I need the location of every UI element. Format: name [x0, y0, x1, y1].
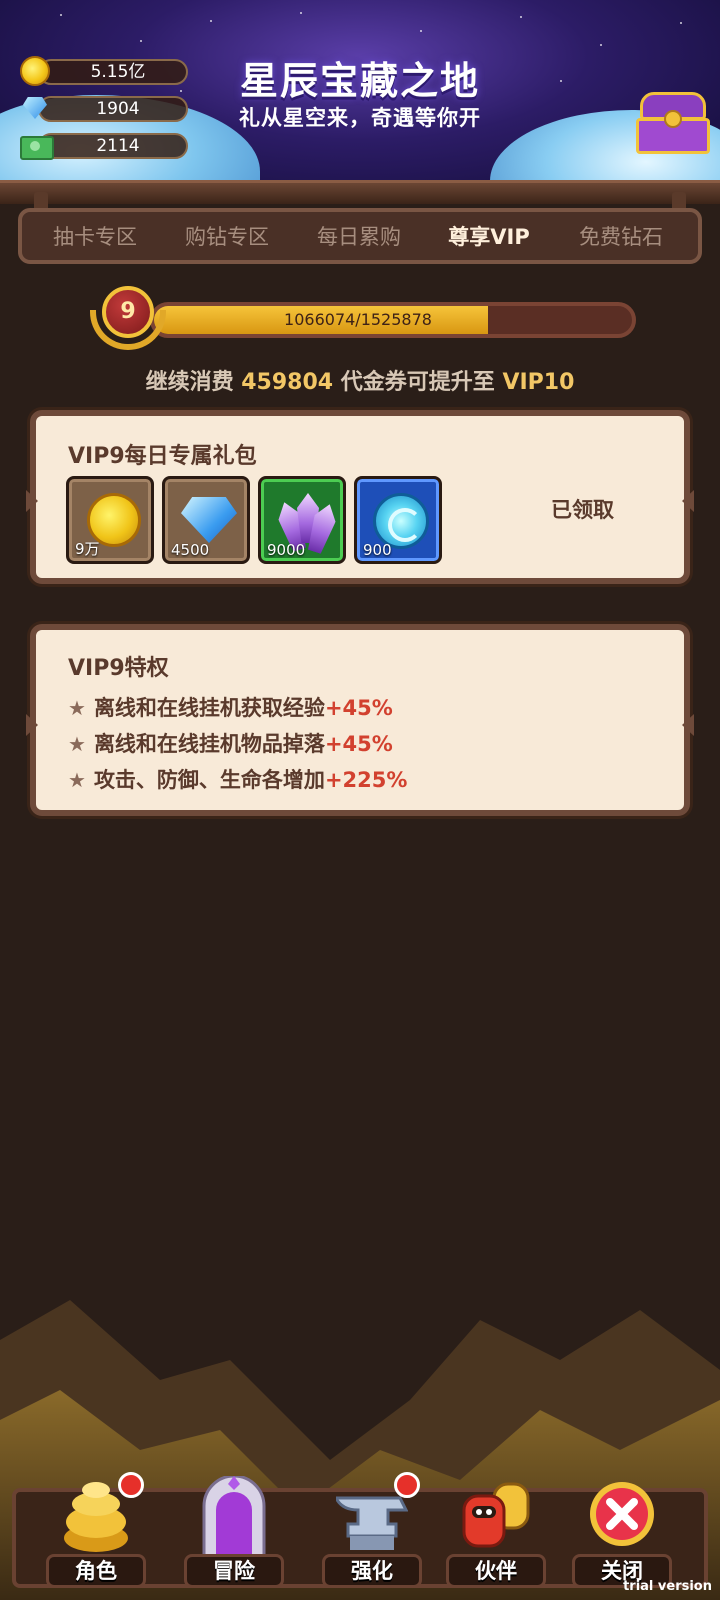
privileges-title: VIP9特权 [68, 656, 169, 681]
currency-cash: 2114 [20, 130, 188, 160]
nav-label: 角色 [46, 1554, 146, 1588]
notification-dot [394, 1472, 420, 1498]
claimed-status: 已领取 [551, 498, 614, 522]
hint-prefix: 继续消费 [145, 370, 234, 395]
cash-icon [20, 130, 54, 160]
star [680, 22, 682, 24]
notification-dot [118, 1472, 144, 1498]
vip-next-level-hint: 继续消费 459804 代金券可提升至 VIP10 [0, 364, 720, 396]
coin-icon [20, 56, 50, 86]
vip-level-number: 9 [102, 286, 154, 338]
nav-close-button[interactable]: 关闭 [572, 1476, 672, 1594]
currency-value: 5.15亿 [38, 59, 188, 85]
panel-notch [682, 714, 694, 736]
hint-next-level: VIP10 [502, 370, 575, 395]
treasure-chest-icon [636, 92, 710, 154]
gift-item-crystal[interactable]: 9000 [258, 476, 346, 564]
portal-gate-icon [202, 1476, 266, 1556]
gift-title: VIP9每日专属礼包 [68, 444, 257, 469]
privilege-item: ★ 离线和在线挂机获取经验+45% [68, 692, 393, 722]
nav-character-button[interactable]: 角色 [46, 1472, 146, 1594]
currency-coins: 5.15亿 [20, 56, 188, 86]
item-qty: 900 [363, 541, 392, 559]
panel-notch [26, 490, 38, 512]
vip-level-badge: 9 [90, 286, 166, 352]
currency-value: 1904 [38, 96, 188, 122]
nav-partner-button[interactable]: 伙伴 [446, 1476, 546, 1594]
hint-middle: 代金券可提升至 [340, 370, 495, 395]
nav-label: 伙伴 [446, 1554, 546, 1588]
privilege-item: ★ 攻击、防御、生命各增加+225% [68, 764, 407, 794]
item-qty: 9000 [267, 541, 306, 559]
diamond-icon [20, 93, 50, 123]
privilege-bonus: +225% [324, 768, 408, 792]
privilege-bonus: +45% [324, 696, 393, 720]
hint-amount: 459804 [241, 370, 334, 395]
watermark: trial version [623, 1579, 712, 1594]
wood-beam [0, 180, 720, 204]
privilege-item: ★ 离线和在线挂机物品掉落+45% [68, 728, 393, 758]
gift-item-orb[interactable]: 900 [354, 476, 442, 564]
privilege-text: 离线和在线挂机物品掉落 [93, 732, 325, 756]
star [420, 30, 422, 32]
star [600, 44, 602, 46]
star [300, 12, 302, 14]
privilege-bonus: +45% [324, 732, 393, 756]
privilege-text: 离线和在线挂机获取经验 [93, 696, 325, 720]
diamond-icon [181, 497, 237, 543]
star-icon: ★ [68, 732, 86, 756]
nav-enhance-button[interactable]: 强化 [322, 1472, 422, 1594]
tab-vip[interactable]: 尊享VIP [426, 222, 552, 252]
star [210, 20, 212, 22]
privilege-text: 攻击、防御、生命各增加 [93, 768, 325, 792]
vip-privileges-panel: VIP9特权 ★ 离线和在线挂机获取经验+45% ★ 离线和在线挂机物品掉落+45%… [26, 624, 694, 816]
partners-icon [462, 1482, 530, 1548]
gift-item-gold[interactable]: 9万 [66, 476, 154, 564]
nav-label: 强化 [322, 1554, 422, 1588]
star [60, 14, 62, 16]
star-icon: ★ [68, 696, 86, 720]
tab-free-diamonds[interactable]: 免费钻石 [562, 222, 680, 252]
star-icon: ★ [68, 768, 86, 792]
tab-card-draw[interactable]: 抽卡专区 [36, 222, 154, 252]
item-qty: 9万 [75, 540, 100, 558]
star [520, 16, 522, 18]
nav-label: 冒险 [184, 1554, 284, 1588]
tab-daily-purchase[interactable]: 每日累购 [300, 222, 418, 252]
close-icon [590, 1482, 654, 1546]
nav-adventure-button[interactable]: 冒险 [184, 1476, 284, 1594]
currency-value: 2114 [38, 133, 188, 159]
panel-notch [26, 714, 38, 736]
star [140, 40, 142, 42]
vip-progress-bar: 1066074/1525878 [150, 302, 636, 338]
currency-diamonds: 1904 [20, 93, 188, 123]
panel-notch [682, 490, 694, 512]
tab-buy-diamonds[interactable]: 购钻专区 [168, 222, 286, 252]
vip-progress-text: 1066074/1525878 [284, 310, 432, 329]
tab-bar: 抽卡专区 购钻专区 每日累购 尊享VIP 免费钻石 [18, 208, 702, 264]
gift-item-diamond[interactable]: 4500 [162, 476, 250, 564]
item-qty: 4500 [171, 541, 210, 559]
daily-gift-panel: VIP9每日专属礼包 9万 4500 9000 900 已领取 [26, 410, 694, 584]
